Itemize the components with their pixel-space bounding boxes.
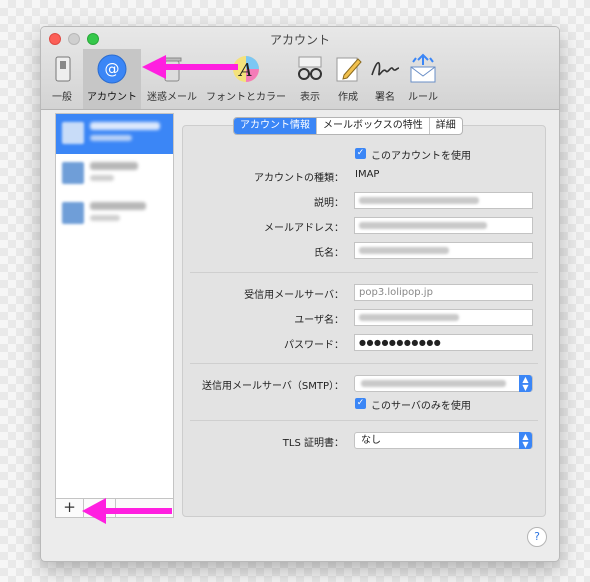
use-only-this-server-label: このサーバのみを使用	[371, 401, 471, 412]
pencil-icon	[332, 53, 364, 85]
annotation-arrow-add	[82, 498, 172, 524]
section-divider	[190, 420, 538, 421]
annotation-arrow-toolbar	[142, 55, 238, 79]
use-only-this-server-checkbox[interactable]: ✓	[355, 398, 366, 409]
popup-chevrons-icon: ▲ ▼	[519, 375, 532, 392]
toolbar-accounts[interactable]: @ アカウント	[83, 49, 141, 109]
account-type-redacted	[90, 215, 120, 221]
account-list-item[interactable]	[56, 114, 173, 154]
smtp-server-popup[interactable]: ▲ ▼	[354, 375, 533, 392]
account-icon	[62, 162, 84, 184]
svg-text:@: @	[105, 60, 120, 78]
toolbar-general-label: 一般	[52, 92, 72, 103]
enable-account-label: このアカウントを使用	[371, 151, 471, 162]
section-divider	[190, 363, 538, 364]
tls-certificate-label: TLS 証明書：	[282, 438, 344, 449]
account-tabs: アカウント情報 メールボックスの特性 詳細	[233, 117, 463, 135]
glasses-icon	[294, 53, 326, 85]
toolbar: 一般 @ アカウント 迷惑メール A フォントとカラー 表示 作成 署名 ルール	[41, 49, 559, 109]
tls-certificate-value: なし	[361, 435, 381, 446]
account-name-redacted	[90, 122, 160, 130]
toolbar-general[interactable]: 一般	[47, 49, 77, 109]
redacted-text	[359, 247, 449, 254]
at-sign-icon: @	[96, 53, 128, 85]
section-divider	[190, 272, 538, 273]
smtp-server-label: 送信用メールサーバ（SMTP）：	[201, 381, 344, 392]
toolbar-rules[interactable]: ルール	[404, 49, 442, 109]
help-button[interactable]: ?	[527, 527, 547, 547]
account-type-redacted	[90, 175, 114, 181]
popup-chevrons-icon: ▲ ▼	[519, 432, 532, 449]
email-field[interactable]	[354, 217, 533, 234]
switch-icon	[47, 53, 79, 85]
signature-icon	[369, 53, 401, 85]
window-title: アカウント	[269, 33, 330, 47]
preferences-window: アカウント 一般 @ アカウント 迷惑メール A フォントとカラー 表示 作成 …	[40, 26, 560, 562]
account-icon	[62, 202, 84, 224]
incoming-server-label: 受信用メールサーバ：	[244, 290, 344, 301]
enable-account-checkbox[interactable]: ✓	[355, 148, 366, 159]
full-name-field[interactable]	[354, 242, 533, 259]
tls-certificate-popup[interactable]: なし ▲ ▼	[354, 432, 533, 449]
account-type-redacted	[90, 135, 132, 141]
toolbar-rules-label: ルール	[408, 92, 438, 103]
password-label: パスワード：	[284, 340, 344, 351]
description-field[interactable]	[354, 192, 533, 209]
incoming-server-field[interactable]: pop3.lolipop.jp	[354, 284, 533, 301]
username-field[interactable]	[354, 309, 533, 326]
redacted-text	[359, 314, 459, 321]
redacted-text	[361, 380, 506, 387]
account-type-value: IMAP	[355, 169, 380, 180]
toolbar-junk-label: 迷惑メール	[147, 92, 197, 103]
account-name-redacted	[90, 162, 138, 170]
titlebar: アカウント 一般 @ アカウント 迷惑メール A フォントとカラー 表示 作成 …	[41, 27, 559, 110]
account-name-redacted	[90, 202, 146, 210]
toolbar-viewing[interactable]: 表示	[293, 49, 327, 109]
toolbar-signatures[interactable]: 署名	[368, 49, 402, 109]
description-label: 説明：	[314, 198, 344, 209]
toolbar-composing[interactable]: 作成	[331, 49, 365, 109]
account-icon	[62, 122, 84, 144]
toolbar-viewing-label: 表示	[300, 92, 320, 103]
envelope-rules-icon	[407, 53, 439, 85]
tab-advanced[interactable]: 詳細	[430, 118, 462, 134]
full-name-label: 氏名：	[314, 248, 344, 259]
account-list-item[interactable]	[56, 154, 173, 194]
email-label: メールアドレス：	[264, 223, 344, 234]
username-label: ユーザ名：	[294, 315, 344, 326]
toolbar-accounts-label: アカウント	[87, 92, 137, 103]
tab-mailbox-behaviors[interactable]: メールボックスの特性	[317, 118, 430, 134]
account-type-label: アカウントの種類：	[254, 173, 344, 184]
toolbar-fonts-label: フォントとカラー	[206, 92, 286, 103]
password-field[interactable]: ●●●●●●●●●●●	[354, 334, 533, 351]
redacted-text	[359, 197, 479, 204]
toolbar-composing-label: 作成	[338, 92, 358, 103]
toolbar-signatures-label: 署名	[375, 92, 395, 103]
account-list[interactable]	[55, 113, 174, 505]
tab-account-info[interactable]: アカウント情報	[234, 118, 317, 134]
redacted-text	[359, 222, 487, 229]
account-list-item[interactable]	[56, 194, 173, 234]
